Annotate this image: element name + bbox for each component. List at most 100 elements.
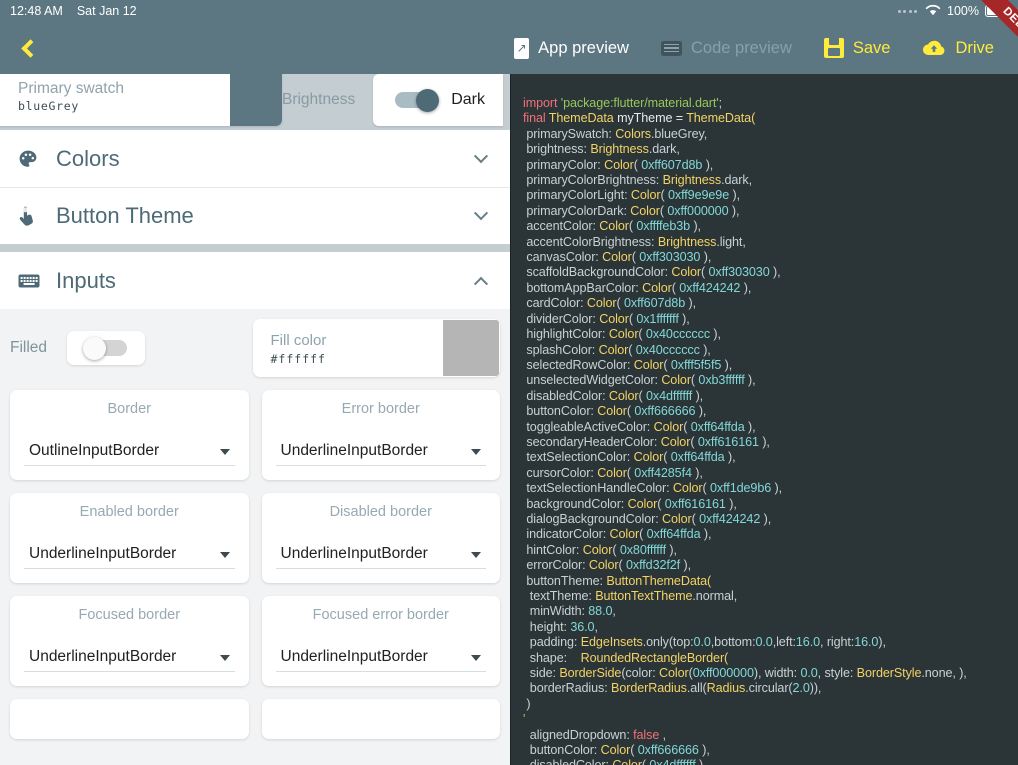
main-content: Primary swatch blueGrey Brightness Dark: [0, 74, 1018, 765]
code-preview-button[interactable]: Code preview: [645, 22, 808, 74]
enabled-border-value: UnderlineInputBorder: [29, 545, 177, 562]
brightness-card: Dark: [373, 74, 503, 126]
chevron-down-icon: [473, 206, 489, 221]
section-divider: [0, 244, 510, 252]
fill-color-text: Fill color #ffffff: [271, 331, 444, 366]
filled-label: Filled: [10, 339, 48, 356]
filled-toggle[interactable]: [83, 336, 127, 360]
filled-toggle-card: [67, 331, 145, 365]
theme-editor-panel: Primary swatch blueGrey Brightness Dark: [0, 74, 510, 765]
chevron-down-icon: [471, 552, 481, 558]
next-dropdown-card-partial-2[interactable]: [261, 699, 500, 739]
sidebar-item-button-theme[interactable]: Button Theme: [0, 187, 510, 244]
enabled-border-dropdown[interactable]: UnderlineInputBorder: [24, 545, 235, 569]
enabled-border-label: Enabled border: [79, 504, 179, 520]
save-label: Save: [852, 38, 891, 57]
palette-icon: [18, 149, 44, 169]
chevron-up-icon: [473, 276, 489, 291]
save-disk-icon: [823, 38, 844, 58]
app-preview-button[interactable]: App preview: [498, 22, 645, 74]
chevron-down-icon: [219, 655, 230, 661]
sidebar-item-button-theme-label: Button Theme: [56, 203, 194, 228]
error-border-dropdown-card: Error border UnderlineInputBorder: [261, 390, 500, 480]
chevron-down-icon: [471, 449, 481, 455]
drive-label: Drive: [955, 38, 994, 57]
focused-border-label: Focused border: [78, 607, 181, 623]
enabled-border-dropdown-card: Enabled border UnderlineInputBorder: [10, 493, 249, 583]
border-value: OutlineInputBorder: [29, 442, 160, 459]
chevron-down-icon: [219, 552, 230, 558]
primary-swatch-card[interactable]: Primary swatch blueGrey: [0, 74, 282, 126]
app-bar-actions: App preview Code preview Save Driv: [498, 22, 1018, 74]
border-dropdown[interactable]: OutlineInputBorder: [24, 442, 235, 466]
status-time: 12:48 AM: [10, 4, 63, 18]
focused-error-border-dropdown[interactable]: UnderlineInputBorder: [275, 648, 486, 672]
drive-button[interactable]: Drive: [906, 22, 1010, 74]
fill-color-value: #ffffff: [270, 351, 326, 366]
brightness-row: Brightness Dark: [282, 74, 510, 126]
signal-dots-icon: [897, 9, 918, 13]
code-preview-panel[interactable]: import 'package:flutter/material.dart'; …: [510, 74, 1018, 765]
disabled-border-dropdown[interactable]: UnderlineInputBorder: [275, 545, 486, 569]
primary-swatch-label: Primary swatch: [18, 80, 124, 97]
border-row-1: Border OutlineInputBorder Error border U…: [10, 390, 500, 480]
brightness-value: Dark: [451, 91, 485, 108]
code-preview-label: Code preview: [690, 38, 792, 57]
fill-color-chip[interactable]: [443, 320, 499, 376]
status-bar-left: 12:48 AM Sat Jan 12: [10, 4, 137, 18]
status-bar: 12:48 AM Sat Jan 12 100%: [0, 0, 1018, 22]
chevron-down-icon: [219, 449, 230, 455]
chevron-left-icon: [20, 38, 40, 58]
app-bar: App preview Code preview Save Driv: [0, 22, 1018, 74]
generated-theme-code: import 'package:flutter/material.dart'; …: [523, 96, 967, 765]
primary-swatch-value: blueGrey: [18, 99, 79, 113]
sidebar-item-inputs[interactable]: Inputs: [0, 252, 510, 309]
brightness-label: Brightness: [281, 91, 356, 108]
border-row-4-partial: [10, 699, 500, 739]
disabled-border-dropdown-card: Disabled border UnderlineInputBorder: [261, 493, 500, 583]
border-label: Border: [107, 401, 152, 417]
filled-control: Filled: [10, 319, 240, 377]
focused-error-border-value: UnderlineInputBorder: [280, 648, 428, 665]
error-border-label: Error border: [341, 401, 420, 417]
theme-editor-scroll[interactable]: Primary swatch blueGrey Brightness Dark: [0, 74, 510, 765]
cloud-upload-icon: [922, 39, 946, 57]
primary-swatch-color-chip[interactable]: [229, 74, 282, 126]
filled-fillcolor-row: Filled Fill color #ffffff: [10, 319, 500, 377]
chevron-down-icon: [473, 148, 489, 163]
border-row-3: Focused border UnderlineInputBorder Focu…: [10, 596, 500, 686]
app-root: 12:48 AM Sat Jan 12 100% App preview: [0, 0, 1018, 765]
next-dropdown-card-partial[interactable]: [10, 699, 249, 739]
chevron-down-icon: [471, 655, 481, 661]
focused-border-value: UnderlineInputBorder: [29, 648, 177, 665]
sidebar-item-colors[interactable]: Colors: [0, 130, 510, 187]
phone-preview-icon: [514, 37, 530, 59]
border-row-2: Enabled border UnderlineInputBorder Disa…: [10, 493, 500, 583]
save-button[interactable]: Save: [808, 22, 907, 74]
fill-color-card[interactable]: Fill color #ffffff: [252, 319, 500, 377]
sidebar-item-inputs-label: Inputs: [56, 267, 116, 293]
border-dropdown-card: Border OutlineInputBorder: [10, 390, 249, 480]
status-bar-right: 100%: [897, 4, 1013, 19]
error-border-dropdown[interactable]: UnderlineInputBorder: [275, 442, 486, 466]
wifi-icon: [925, 4, 941, 19]
keyboard-icon: [660, 40, 682, 56]
touch-pointer-icon: [18, 206, 44, 226]
disabled-border-label: Disabled border: [329, 504, 432, 520]
focused-error-border-label: Focused error border: [312, 607, 449, 623]
disabled-border-value: UnderlineInputBorder: [280, 545, 428, 562]
primary-swatch-text: Primary swatch blueGrey: [0, 74, 230, 126]
battery-full-icon: [985, 5, 1013, 17]
back-button[interactable]: [0, 22, 56, 74]
error-border-value: UnderlineInputBorder: [280, 442, 428, 459]
focused-border-dropdown-card: Focused border UnderlineInputBorder: [10, 596, 249, 686]
battery-percent: 100%: [947, 4, 979, 18]
keyboard-icon: [18, 273, 44, 289]
theme-top-row: Primary swatch blueGrey Brightness Dark: [0, 74, 510, 130]
sidebar-item-colors-label: Colors: [56, 145, 120, 171]
fill-color-label: Fill color: [270, 331, 327, 349]
brightness-toggle[interactable]: [395, 88, 440, 112]
inputs-section-body: Filled Fill color #ffffff Border Outline…: [0, 309, 510, 739]
focused-border-dropdown[interactable]: UnderlineInputBorder: [24, 648, 235, 672]
status-date: Sat Jan 12: [76, 4, 137, 18]
